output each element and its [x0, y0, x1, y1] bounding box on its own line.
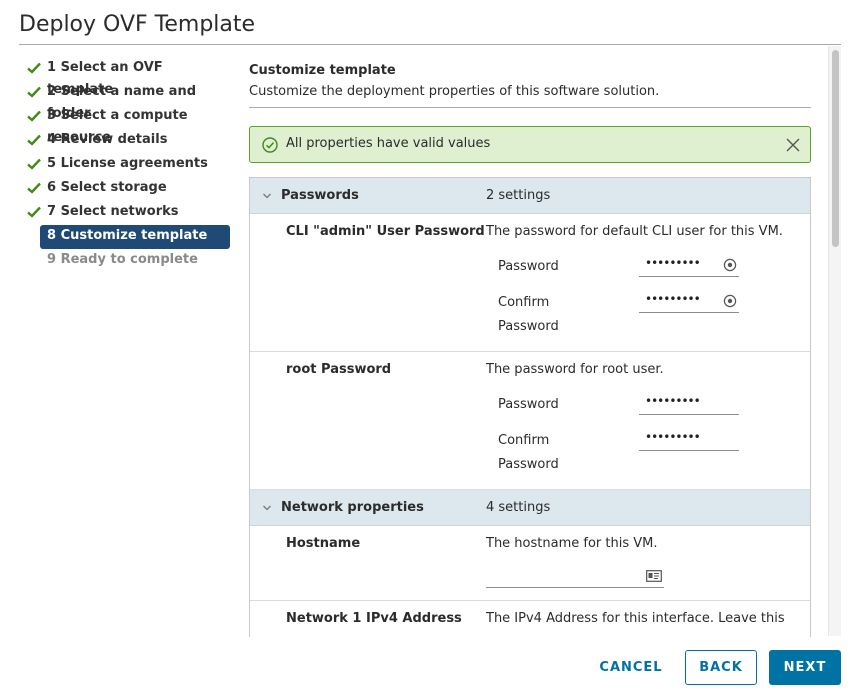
step-select-ovf[interactable]: 1 Select an OVF template [27, 57, 232, 97]
property-description: The password for default CLI user for th… [486, 224, 783, 239]
title-divider [19, 44, 841, 45]
dialog-title: Deploy OVF Template [19, 12, 256, 37]
check-icon [27, 86, 41, 98]
step-storage[interactable]: 6 Select storage [27, 177, 232, 201]
confirm-password-value: ••••••••• [645, 292, 701, 306]
step-networks[interactable]: 7 Select networks [27, 201, 232, 225]
confirm-label-line2: Password [498, 319, 559, 334]
check-icon [27, 158, 41, 170]
reveal-password-icon[interactable] [723, 294, 737, 308]
chevron-down-icon[interactable] [262, 503, 272, 513]
group-count: 4 settings [486, 500, 551, 515]
confirm-password-field[interactable]: ••••••••• [639, 429, 739, 451]
group-count: 2 settings [486, 188, 551, 203]
cancel-button[interactable]: CANCEL [594, 650, 668, 685]
confirm-password-value: ••••••••• [645, 430, 701, 444]
password-field[interactable]: ••••••••• [639, 393, 739, 415]
password-value: ••••••••• [645, 394, 701, 408]
confirm-password-field[interactable]: ••••••••• [639, 291, 739, 313]
properties-grid: Passwords 2 settings CLI "admin" User Pa… [249, 177, 811, 637]
close-icon[interactable] [784, 136, 802, 154]
password-value: ••••••••• [645, 256, 701, 270]
confirm-label: Confirm [498, 433, 550, 448]
check-icon [27, 110, 41, 122]
step-label: 7 Select networks [47, 204, 179, 219]
step-name-folder[interactable]: 2 Select a name and folder [27, 81, 232, 121]
property-row-hostname: Hostname The hostname for this VM. [250, 526, 810, 601]
step-review-details[interactable]: 4 Review details [27, 129, 232, 153]
property-name: CLI "admin" User Password [286, 224, 485, 239]
property-name: Network 1 IPv4 Address [286, 611, 462, 626]
group-name: Passwords [281, 188, 359, 203]
step-license[interactable]: 5 License agreements [27, 153, 232, 177]
chevron-down-icon[interactable] [262, 191, 272, 201]
check-icon [27, 134, 41, 146]
property-row-cli-admin: CLI "admin" User Password The password f… [250, 214, 810, 352]
wizard-steps: 1 Select an OVF template 2 Select a name… [27, 57, 232, 273]
group-header-network[interactable]: Network properties 4 settings [250, 490, 810, 526]
property-description: The password for root user. [486, 362, 664, 377]
step-customize-template[interactable]: 8 Customize template [40, 225, 230, 249]
confirm-label-line2: Password [498, 457, 559, 472]
group-name: Network properties [281, 500, 424, 515]
id-card-icon [646, 570, 662, 582]
step-ready-complete: 9 Ready to complete [27, 249, 232, 273]
alert-text: All properties have valid values [286, 136, 491, 151]
confirm-label: Confirm [498, 295, 550, 310]
property-row-root: root Password The password for root user… [250, 352, 810, 490]
step-label: 9 Ready to complete [47, 252, 198, 267]
property-description: The IPv4 Address for this interface. Lea… [486, 611, 785, 626]
section-title: Customize template [249, 63, 396, 78]
step-label: 4 Review details [47, 132, 168, 147]
reveal-password-icon[interactable] [723, 258, 737, 272]
section-description: Customize the deployment properties of t… [249, 84, 660, 99]
check-icon [27, 62, 41, 74]
section-divider [249, 107, 811, 108]
check-icon [27, 182, 41, 194]
next-button[interactable]: NEXT [769, 650, 841, 685]
scrollbar[interactable] [828, 46, 841, 636]
hostname-input[interactable] [486, 566, 664, 588]
password-label: Password [498, 259, 559, 274]
property-name: root Password [286, 362, 392, 377]
check-icon [27, 206, 41, 218]
group-header-passwords[interactable]: Passwords 2 settings [250, 178, 810, 214]
property-description: The hostname for this VM. [486, 536, 658, 551]
password-label: Password [498, 397, 559, 412]
step-compute-resource[interactable]: 3 Select a compute resource [27, 105, 232, 145]
password-field[interactable]: ••••••••• [639, 255, 739, 277]
back-button[interactable]: BACK [685, 650, 757, 685]
property-row-ipv4: Network 1 IPv4 Address The IPv4 Address … [250, 601, 810, 637]
step-label: 5 License agreements [47, 156, 208, 171]
property-name: Hostname [286, 536, 361, 551]
scrollbar-thumb[interactable] [832, 50, 839, 247]
check-circle-icon [262, 137, 278, 153]
step-label: 8 Customize template [47, 228, 208, 243]
validation-alert: All properties have valid values [249, 126, 811, 163]
step-label: 6 Select storage [47, 180, 167, 195]
